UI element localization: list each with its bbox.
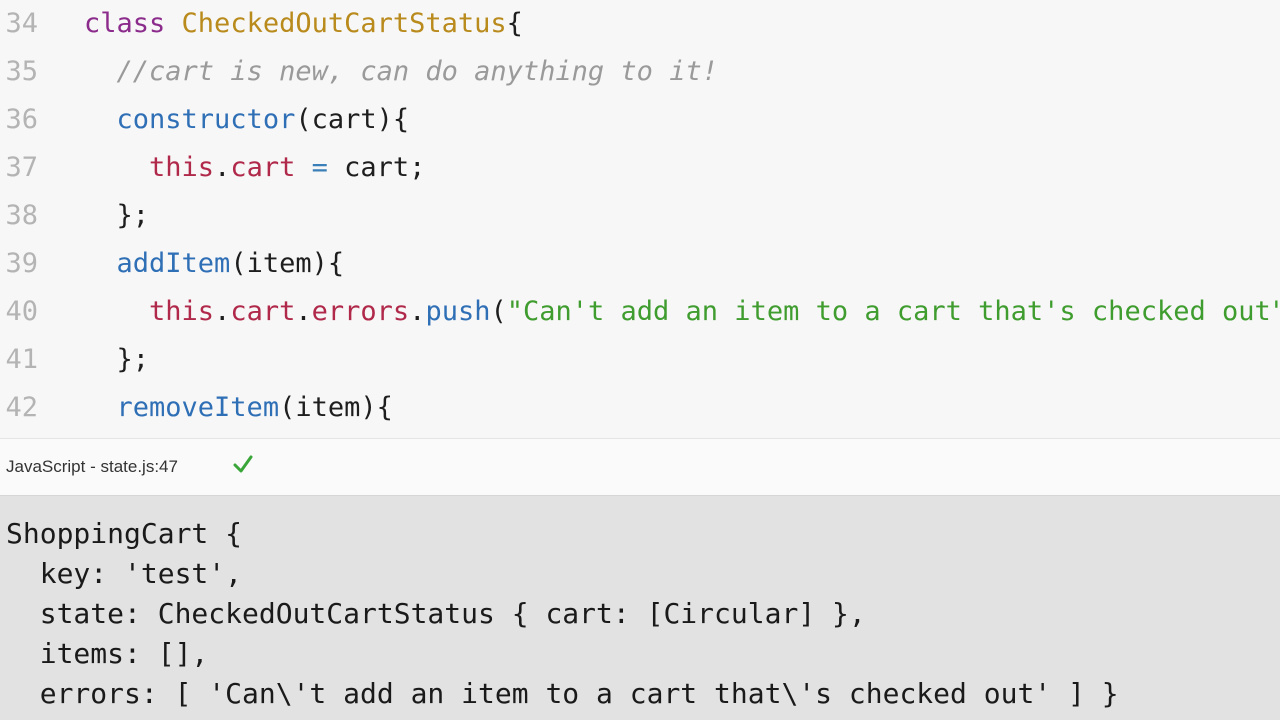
code-token: addItem [116, 248, 231, 279]
code-token: { [506, 8, 523, 39]
status-bar: JavaScript - state.js:47 [0, 438, 1280, 496]
code-text[interactable]: }; [84, 192, 150, 240]
code-token: this [149, 296, 215, 327]
line-number: 38 [5, 200, 38, 231]
code-token: constructor [116, 104, 296, 135]
code-text[interactable]: addItem(item){ [84, 240, 345, 288]
console-line: items: [], [6, 637, 209, 670]
code-token: cart; [327, 152, 426, 183]
code-line[interactable]: 35 //cart is new, can do anything to it! [0, 48, 1280, 96]
code-text[interactable]: removeItem(item){ [84, 384, 393, 432]
code-token: . [214, 152, 231, 183]
code-token: = [311, 152, 328, 183]
line-number: 39 [5, 248, 38, 279]
console-output[interactable]: ShoppingCart { key: 'test', state: Check… [0, 496, 1280, 720]
checkmark-icon [233, 455, 253, 473]
code-token: "Can't add an item to a cart that's chec… [506, 296, 1280, 327]
line-number: 40 [5, 296, 38, 327]
code-text[interactable]: }; [84, 336, 150, 384]
code-text[interactable]: class CheckedOutCartStatus{ [84, 0, 523, 48]
line-number: 36 [5, 104, 38, 135]
code-token: removeItem [116, 392, 280, 423]
code-token: . [214, 296, 231, 327]
code-token: push [425, 296, 491, 327]
console-line: key: 'test', [6, 557, 243, 590]
code-token: (cart){ [295, 104, 410, 135]
code-line[interactable]: 41 }; [0, 336, 1280, 384]
code-token: . [409, 296, 426, 327]
code-line[interactable]: 36 constructor(cart){ [0, 96, 1280, 144]
code-token: errors [311, 296, 410, 327]
code-token: this [149, 152, 215, 183]
code-line[interactable]: 42 removeItem(item){ [0, 384, 1280, 432]
console-line: errors: [ 'Can\'t add an item to a cart … [6, 677, 1119, 710]
code-token: cart [230, 152, 296, 183]
code-token: class [84, 8, 182, 39]
code-text[interactable]: //cart is new, can do anything to it! [84, 48, 718, 96]
code-token: //cart is new, can do anything to it! [84, 56, 718, 87]
line-number: 35 [5, 56, 38, 87]
code-token: (item){ [230, 248, 345, 279]
line-number: 42 [5, 392, 38, 423]
console-line: state: CheckedOutCartStatus { cart: [Cir… [6, 597, 866, 630]
code-line[interactable]: 40 this.cart.errors.push("Can't add an i… [0, 288, 1280, 336]
code-line[interactable]: 38 }; [0, 192, 1280, 240]
code-token: CheckedOutCartStatus [181, 8, 507, 39]
code-token: . [295, 296, 312, 327]
line-number: 37 [5, 152, 38, 183]
code-token: }; [84, 200, 150, 231]
line-number: 41 [5, 344, 38, 375]
code-token: cart [230, 296, 296, 327]
code-token: (item){ [279, 392, 393, 423]
code-editor[interactable]: 34 class CheckedOutCartStatus{35 //cart i… [0, 0, 1280, 436]
code-line[interactable]: 37 this.cart = cart; [0, 144, 1280, 192]
status-label: JavaScript - state.js:47 [6, 457, 178, 476]
line-number: 34 [5, 8, 38, 39]
code-line[interactable]: 34 class CheckedOutCartStatus{ [0, 0, 1280, 48]
console-line: ShoppingCart { [6, 517, 243, 550]
code-text[interactable]: constructor(cart){ [84, 96, 410, 144]
code-text[interactable]: this.cart.errors.push("Can't add an item… [84, 288, 1280, 336]
code-token: ( [490, 296, 507, 327]
code-token: }; [84, 344, 150, 375]
code-line[interactable]: 39 addItem(item){ [0, 240, 1280, 288]
code-text[interactable]: this.cart = cart; [84, 144, 425, 192]
